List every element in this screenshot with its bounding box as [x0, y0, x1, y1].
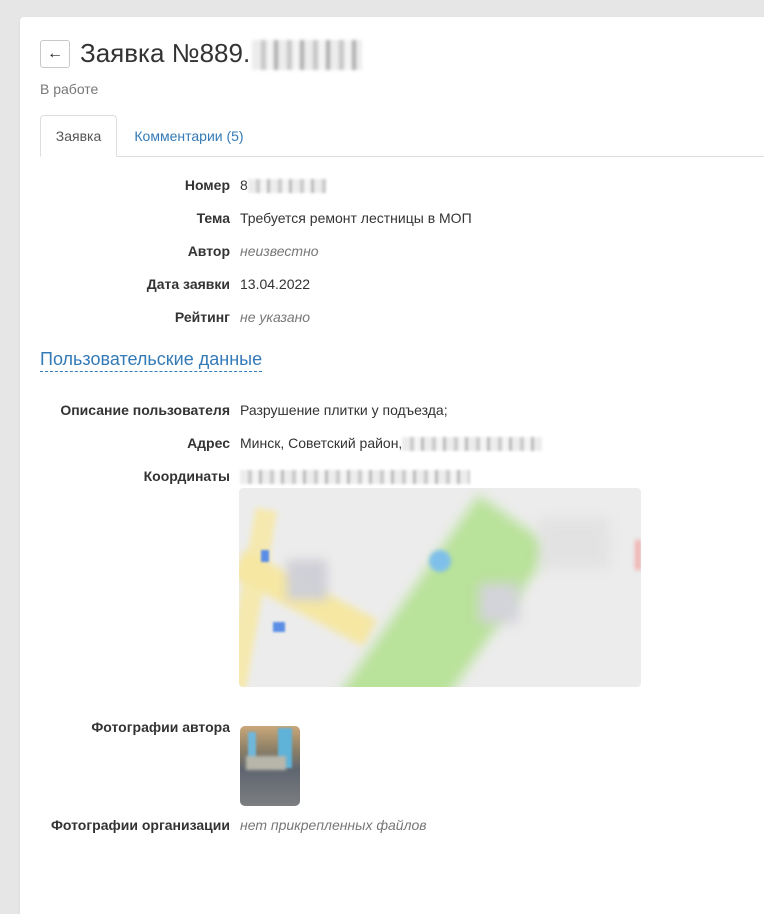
location-map[interactable] — [239, 488, 641, 687]
description-value: Разрушение плитки у подъезда; — [240, 402, 448, 418]
description-label: Описание пользователя — [60, 402, 230, 418]
row-rating: Рейтинг не указано — [20, 309, 764, 329]
request-card: ← Заявка №889. В работе Заявка Комментар… — [20, 17, 764, 914]
rating-value: не указано — [240, 309, 311, 325]
address-value: Минск, Советский район, — [240, 435, 543, 452]
user-data-section-toggle[interactable]: Пользовательские данные — [40, 349, 263, 372]
arrow-left-icon: ← — [47, 45, 63, 62]
page-title-text: Заявка №889. — [80, 38, 251, 68]
topic-value: Требуется ремонт лестницы в МОП — [240, 210, 472, 226]
row-description: Описание пользователя Разрушение плитки … — [20, 402, 764, 422]
number-value: 8 — [240, 177, 326, 194]
date-label: Дата заявки — [146, 276, 230, 292]
redacted-address — [402, 437, 543, 452]
tab-request[interactable]: Заявка — [40, 115, 117, 157]
number-label: Номер — [184, 177, 230, 193]
status-text: В работе — [40, 81, 99, 97]
row-date: Дата заявки 13.04.2022 — [20, 276, 764, 296]
redacted-number — [252, 40, 363, 71]
coordinates-label: Координаты — [143, 468, 230, 484]
rating-label: Рейтинг — [174, 309, 230, 325]
redacted-number-value — [247, 179, 326, 194]
row-address: Адрес Минск, Советский район, — [20, 435, 764, 455]
row-org-photos: Фотографии организации нет прикрепленных… — [20, 817, 764, 837]
date-value: 13.04.2022 — [240, 276, 311, 292]
tab-comments[interactable]: Комментарии (5) — [124, 115, 254, 156]
org-photos-value: нет прикрепленных файлов — [240, 817, 427, 833]
coordinates-value — [240, 468, 470, 485]
row-author-photos: Фотографии автора — [20, 719, 764, 739]
tabs-bar: Заявка Комментарии (5) — [40, 115, 764, 157]
author-photo-thumbnail[interactable] — [240, 726, 300, 806]
page-title: Заявка №889. — [80, 38, 363, 71]
row-number: Номер 8 — [20, 177, 764, 197]
address-label: Адрес — [187, 435, 230, 451]
map-pin-icon — [429, 550, 451, 572]
row-author: Автор неизвестно — [20, 243, 764, 263]
author-value: неизвестно — [240, 243, 319, 259]
row-topic: Тема Требуется ремонт лестницы в МОП — [20, 210, 764, 230]
back-button[interactable]: ← — [40, 40, 70, 68]
author-photos-label: Фотографии автора — [91, 719, 230, 735]
org-photos-label: Фотографии организации — [50, 817, 230, 833]
author-label: Автор — [187, 243, 230, 259]
redacted-coordinates — [240, 470, 470, 485]
row-coordinates: Координаты — [20, 468, 764, 488]
topic-label: Тема — [196, 210, 230, 226]
